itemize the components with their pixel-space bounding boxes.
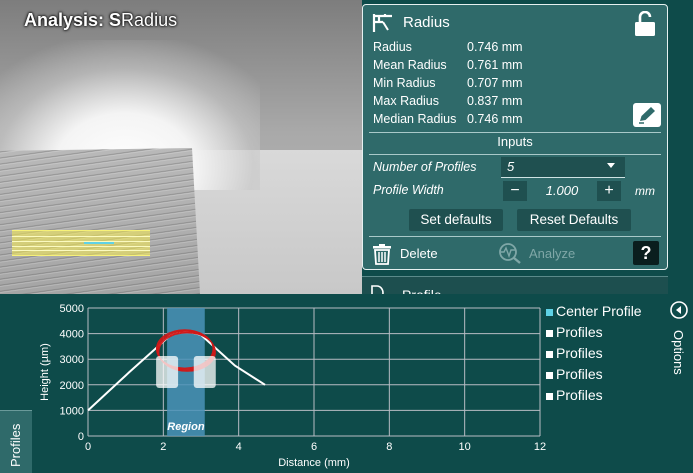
trash-icon bbox=[373, 244, 391, 265]
x-tick-label: 0 bbox=[85, 441, 91, 453]
x-tick-label: 10 bbox=[459, 441, 471, 453]
region-handle bbox=[156, 356, 179, 388]
divider bbox=[369, 154, 661, 155]
radius-stats: Radius 0.746 mm Mean Radius 0.761 mm Min R… bbox=[373, 38, 563, 128]
radius-panel: Radius Radius 0.746 mm Mean Radius 0.761 m… bbox=[362, 4, 668, 270]
unlock-icon[interactable] bbox=[631, 11, 659, 37]
number-of-profiles-dropdown[interactable]: 5 bbox=[501, 157, 625, 178]
minus-icon: − bbox=[510, 182, 520, 199]
y-axis-label: Height (µm) bbox=[39, 343, 51, 401]
y-tick-label: 0 bbox=[78, 431, 84, 443]
delete-label: Delete bbox=[400, 246, 438, 261]
x-tick-label: 12 bbox=[534, 441, 546, 453]
tab-profiles-label: Profiles bbox=[8, 423, 23, 467]
stat-value: 0.707 mm bbox=[467, 76, 523, 90]
stat-label: Mean Radius bbox=[373, 58, 447, 72]
legend-swatch bbox=[546, 309, 553, 316]
profile-width-unit: mm bbox=[635, 184, 655, 198]
legend-label: Profiles bbox=[556, 366, 603, 382]
waveform-search-icon bbox=[499, 243, 521, 264]
stat-row-min-radius: Min Radius 0.707 mm bbox=[373, 74, 563, 92]
number-of-profiles-label: Number of Profiles bbox=[373, 160, 477, 174]
y-tick-label: 5000 bbox=[60, 303, 84, 315]
region-handle bbox=[193, 356, 216, 388]
stat-row-max-radius: Max Radius 0.837 mm bbox=[373, 92, 563, 110]
options-toggle[interactable]: Options bbox=[666, 300, 692, 380]
pencil-icon[interactable] bbox=[633, 103, 661, 127]
right-edge-strip bbox=[668, 0, 693, 294]
help-icon[interactable]: ? bbox=[633, 241, 659, 265]
chevron-left-icon bbox=[670, 301, 688, 319]
stat-value: 0.761 mm bbox=[467, 58, 523, 72]
plus-icon: + bbox=[604, 182, 614, 199]
y-tick-label: 4000 bbox=[60, 329, 84, 341]
stat-label: Max Radius bbox=[373, 94, 439, 108]
y-tick-label: 1000 bbox=[60, 405, 84, 417]
legend-swatch bbox=[546, 351, 553, 358]
legend-label: Profiles bbox=[556, 324, 603, 340]
stat-value: 0.746 mm bbox=[467, 112, 523, 126]
x-axis-label: Distance (mm) bbox=[278, 457, 350, 469]
stat-label: Radius bbox=[373, 40, 412, 54]
x-tick-label: 2 bbox=[160, 441, 166, 453]
stat-value: 0.746 mm bbox=[467, 40, 523, 54]
y-tick-label: 3000 bbox=[60, 354, 84, 366]
stat-row-median-radius: Median Radius 0.746 mm bbox=[373, 110, 563, 128]
profile-width-increment-button[interactable]: + bbox=[597, 181, 621, 201]
stat-row-radius: Radius 0.746 mm bbox=[373, 38, 563, 56]
y-tick-label: 2000 bbox=[60, 380, 84, 392]
striated-surface bbox=[0, 148, 200, 294]
set-defaults-button[interactable]: Set defaults bbox=[409, 209, 503, 231]
profile-chart[interactable]: Region 0 2 4 6 8 10 12 0 1000 2000 3000 4000 5000 Dis… bbox=[32, 294, 552, 472]
analysis-title: Analysis: SRadius bbox=[24, 10, 177, 31]
analysis-title-rest: Radius bbox=[121, 10, 178, 30]
legend-label: Center Profile bbox=[556, 303, 642, 319]
divider bbox=[369, 236, 661, 237]
region-label: Region bbox=[167, 421, 205, 433]
calipers-icon bbox=[372, 14, 392, 32]
options-label: Options bbox=[671, 330, 686, 375]
reset-defaults-button[interactable]: Reset Defaults bbox=[517, 209, 631, 231]
legend-swatch bbox=[546, 372, 553, 379]
image-viewport[interactable]: Analysis: SRadius bbox=[0, 0, 362, 294]
chart-grid bbox=[87, 307, 541, 437]
radius-panel-title: Radius bbox=[403, 14, 450, 31]
legend-swatch bbox=[546, 393, 553, 400]
analysis-title-bold: Analysis: S bbox=[24, 10, 122, 30]
profile-width-input[interactable]: 1.000 bbox=[529, 181, 595, 201]
analyze-label: Analyze bbox=[529, 246, 576, 261]
x-tick-label: 4 bbox=[236, 441, 242, 453]
stat-row-mean-radius: Mean Radius 0.761 mm bbox=[373, 56, 563, 74]
x-tick-label: 6 bbox=[311, 441, 317, 453]
divider bbox=[369, 132, 661, 133]
legend-label: Profiles bbox=[556, 387, 603, 403]
profiles-chart-panel: Profiles Region 0 2 4 6 8 10 12 0 1000 2000 3000 40… bbox=[0, 294, 693, 473]
x-tick-label: 8 bbox=[386, 441, 392, 453]
stat-label: Median Radius bbox=[373, 112, 457, 126]
tab-profiles[interactable]: Profiles bbox=[0, 410, 32, 473]
chevron-down-icon bbox=[607, 163, 615, 168]
legend-swatch bbox=[546, 330, 553, 337]
center-profile-line bbox=[84, 242, 114, 244]
number-of-profiles-value: 5 bbox=[507, 159, 515, 174]
inputs-heading: Inputs bbox=[497, 134, 533, 149]
profile-width-label: Profile Width bbox=[373, 183, 444, 197]
profile-region-overlay[interactable] bbox=[12, 230, 150, 256]
legend-label: Profiles bbox=[556, 345, 603, 361]
stat-label: Min Radius bbox=[373, 76, 436, 90]
profile-width-decrement-button[interactable]: − bbox=[503, 181, 527, 201]
stat-value: 0.837 mm bbox=[467, 94, 523, 108]
